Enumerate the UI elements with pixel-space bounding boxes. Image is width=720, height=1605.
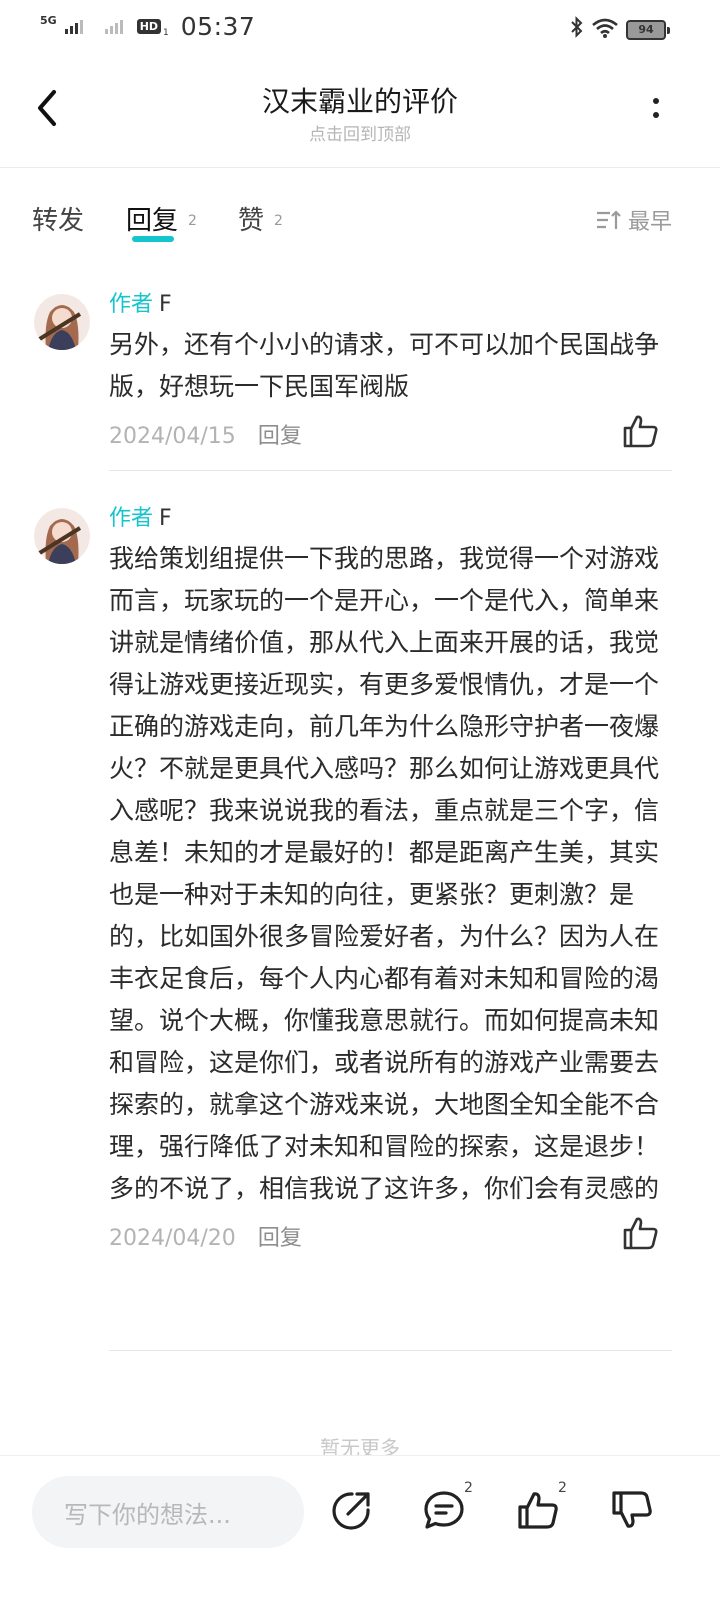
author-name[interactable]: F	[159, 292, 172, 317]
bluetooth-icon	[570, 16, 584, 43]
comment-meta: 2024/04/20 回复	[109, 1217, 672, 1268]
author-tag: 作者	[109, 292, 154, 317]
battery-icon: 94	[626, 19, 670, 40]
author-line: 作者 F	[109, 286, 672, 318]
header: 汉末霸业的评价 点击回到顶部	[0, 56, 720, 168]
tab-replies[interactable]: 回复 2	[126, 200, 197, 237]
wifi-icon	[592, 18, 618, 42]
share-button[interactable]	[330, 1488, 374, 1532]
status-bar: 5G HD 1 05:37 94	[0, 0, 720, 56]
tab-repost[interactable]: 转发	[32, 200, 94, 237]
like-count: 2	[558, 1480, 567, 1496]
input-placeholder: 写下你的想法...	[64, 1500, 231, 1529]
tab-repost-label: 转发	[32, 206, 85, 236]
like-icon	[623, 415, 658, 448]
more-icon	[650, 98, 662, 118]
comment-date: 2024/04/15	[109, 424, 236, 449]
author-tag: 作者	[109, 506, 154, 531]
battery-level: 94	[638, 23, 654, 36]
comment-text: 另外，还有个小小的请求，可不可以加个民国战争版，好想玩一下民国军阀版	[109, 330, 660, 401]
avatar[interactable]	[34, 508, 90, 564]
page-title[interactable]: 汉末霸业的评价	[0, 80, 720, 120]
comment-date: 2024/04/20	[109, 1226, 236, 1251]
more-button[interactable]	[650, 98, 662, 126]
dislike-button[interactable]	[610, 1488, 654, 1532]
share-icon	[332, 1492, 370, 1530]
tab-likes-count: 2	[274, 213, 283, 229]
dislike-icon	[612, 1491, 652, 1528]
tab-likes-label: 赞	[238, 206, 265, 236]
comment-meta: 2024/04/15 回复	[109, 415, 672, 466]
clock: 05:37	[180, 12, 256, 41]
status-right: 94	[570, 16, 670, 43]
like-icon	[518, 1492, 558, 1529]
like-bottom-button[interactable]	[516, 1488, 560, 1532]
network-type: 5G	[40, 14, 57, 27]
hd-sub: 1	[163, 27, 169, 38]
sort-icon	[596, 210, 621, 229]
tab-replies-label: 回复	[126, 206, 179, 236]
signal-icon	[64, 19, 83, 34]
signal2-icon	[104, 19, 123, 34]
comment-body: 作者 F 另外，还有个小小的请求，可不可以加个民国战争版，好想玩一下民国军阀版 2…	[109, 286, 672, 466]
like-button[interactable]	[622, 1214, 660, 1252]
comment-button[interactable]	[422, 1488, 466, 1532]
reply-button[interactable]: 回复	[258, 424, 302, 449]
author-name[interactable]: F	[159, 506, 172, 531]
author-line: 作者 F	[109, 500, 672, 532]
tab-bar: 转发 回复 2 赞2 最早	[0, 190, 720, 250]
divider	[109, 1350, 672, 1351]
bottom-bar: 写下你的想法... 2 2	[0, 1455, 720, 1605]
tab-replies-count: 2	[188, 213, 197, 229]
comment-icon	[424, 1491, 464, 1529]
back-to-top-hint[interactable]: 点击回到顶部	[0, 120, 720, 145]
comment-input[interactable]: 写下你的想法...	[32, 1476, 304, 1548]
avatar[interactable]	[34, 294, 90, 350]
tab-likes[interactable]: 赞2	[238, 200, 283, 237]
comment-text: 我给策划组提供一下我的思路，我觉得一个对游戏而言，玩家玩的一个是开心，一个是代入…	[109, 544, 660, 1203]
divider	[109, 470, 672, 471]
comment-count: 2	[464, 1480, 473, 1496]
status-left: 5G HD 1 05:37	[40, 12, 255, 41]
like-button[interactable]	[622, 412, 660, 450]
hd-badge: HD	[136, 19, 162, 34]
comment-body: 作者 F 我给策划组提供一下我的思路，我觉得一个对游戏而言，玩家玩的一个是开心，一…	[109, 500, 672, 1268]
sort-label: 最早	[627, 210, 672, 235]
sort-button[interactable]: 最早	[596, 204, 672, 236]
reply-button[interactable]: 回复	[258, 1226, 302, 1251]
like-icon	[623, 1217, 658, 1250]
